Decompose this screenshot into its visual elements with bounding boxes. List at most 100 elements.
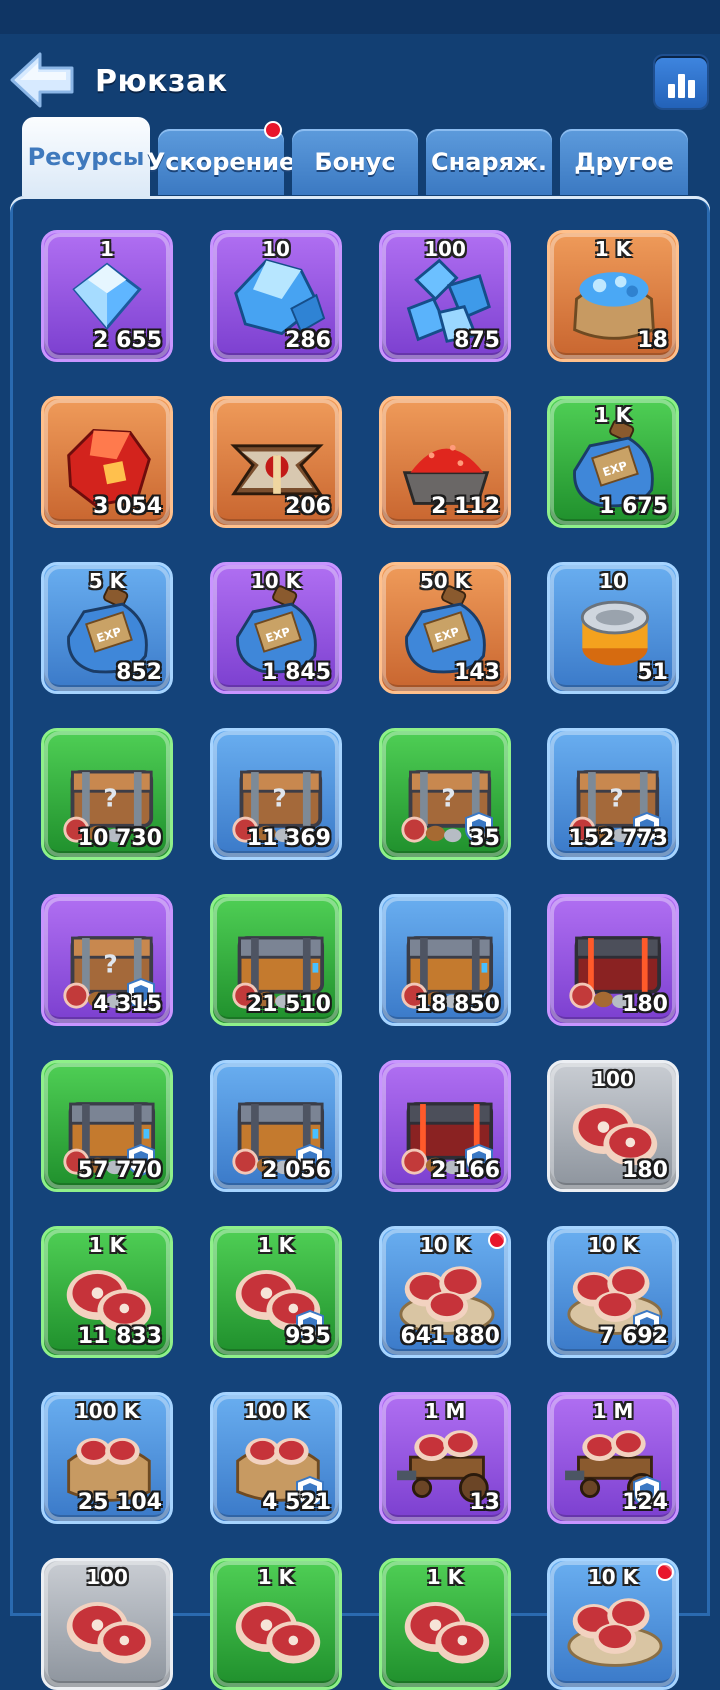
inventory-item[interactable]: EXP 10 K1 845: [210, 562, 342, 694]
inventory-item[interactable]: 10 286: [210, 230, 342, 362]
tab-label: Ускорение: [146, 148, 296, 176]
inventory-item[interactable]: EXP 1 K1 675: [547, 396, 679, 528]
item-count: 21 510: [246, 992, 331, 1017]
inventory-item[interactable]: 57 770: [41, 1060, 173, 1192]
inventory-item[interactable]: ? 4 315: [41, 894, 173, 1026]
tab-speedup[interactable]: Ускорение: [147, 121, 295, 195]
inventory-item[interactable]: 18 850: [379, 894, 511, 1026]
inventory-item[interactable]: EXP 50 K 143: [379, 562, 511, 694]
svg-text:?: ?: [103, 784, 117, 813]
item-count: 2 056: [262, 1158, 331, 1183]
inventory-item[interactable]: 2 056: [210, 1060, 342, 1192]
inventory-item[interactable]: EXP 5 K 852: [41, 562, 173, 694]
notification-dot: [488, 1231, 506, 1249]
inventory-item[interactable]: 10 K 641 880: [379, 1226, 511, 1358]
item-amount: 1 K: [594, 403, 632, 427]
item-count: 11 369: [246, 826, 331, 851]
inventory-item[interactable]: 100 K 25 104: [41, 1392, 173, 1524]
stats-icon: [667, 84, 675, 98]
tab-label: Бонус: [314, 148, 396, 176]
item-count: 4 315: [93, 992, 162, 1017]
item-amount: 10: [262, 237, 290, 261]
item-amount: 10 K: [250, 569, 302, 593]
meat-plate-icon: [567, 1598, 663, 1667]
inventory-item[interactable]: 1 M 124: [547, 1392, 679, 1524]
inventory-item[interactable]: ? 152 773: [547, 728, 679, 860]
inventory-item[interactable]: 2 166: [379, 1060, 511, 1192]
status-bar: [0, 0, 720, 34]
item-count: 1 845: [262, 660, 331, 685]
item-amount: 100: [592, 1067, 634, 1091]
inventory-item[interactable]: 100 K 4 521: [210, 1392, 342, 1524]
inventory-item[interactable]: 1 M 13: [379, 1392, 511, 1524]
inventory-item[interactable]: 100: [41, 1558, 173, 1690]
item-count: 57 770: [77, 1158, 162, 1183]
item-count: 2 112: [431, 494, 500, 519]
inventory-item[interactable]: 1 K 11 833: [41, 1226, 173, 1358]
tab-equipment[interactable]: Снаряж.: [426, 129, 552, 195]
inventory-item[interactable]: 100 875: [379, 230, 511, 362]
item-count: 852: [116, 660, 162, 685]
item-amount: 1: [100, 237, 114, 261]
tab-label: Снаряж.: [431, 148, 547, 176]
svg-text:?: ?: [272, 784, 286, 813]
stats-button[interactable]: [655, 56, 707, 108]
item-amount: 100 K: [74, 1399, 140, 1423]
meat-icon: [404, 1602, 490, 1664]
item-count: 180: [622, 1158, 668, 1183]
header: Рюкзак: [0, 34, 720, 124]
svg-text:?: ?: [441, 784, 455, 813]
item-count: 18 850: [415, 992, 500, 1017]
svg-text:?: ?: [103, 950, 117, 979]
inventory-item[interactable]: 1 2 655: [41, 230, 173, 362]
item-amount: 1 K: [88, 1233, 126, 1257]
item-amount: 100 K: [243, 1399, 309, 1423]
category-tabs: Ресурсы Ускорение Бонус Снаряж. Другое: [22, 117, 702, 197]
item-count: 51: [637, 660, 668, 685]
back-button[interactable]: [10, 52, 76, 108]
item-count: 2 655: [93, 328, 162, 353]
inventory-item[interactable]: 10 K: [547, 1558, 679, 1690]
notification-dot: [656, 1563, 674, 1581]
inventory-item[interactable]: 1 K: [379, 1558, 511, 1690]
item-amount: 50 K: [419, 569, 471, 593]
tab-bonus[interactable]: Бонус: [292, 129, 418, 195]
item-amount: 10 K: [587, 1233, 639, 1257]
tab-label: Ресурсы: [27, 143, 145, 171]
tab-label: Другое: [574, 148, 674, 176]
inventory-item[interactable]: ? 35: [379, 728, 511, 860]
inventory-item[interactable]: ? 11 369: [210, 728, 342, 860]
item-amount: 1 K: [426, 1565, 464, 1589]
inventory-item[interactable]: 206: [210, 396, 342, 528]
item-count: 641 880: [400, 1324, 500, 1349]
tab-resources[interactable]: Ресурсы: [22, 117, 150, 197]
inventory-item[interactable]: 3 054: [41, 396, 173, 528]
meat-icon: [66, 1602, 152, 1664]
item-count: 180: [622, 992, 668, 1017]
item-count: 143: [454, 660, 500, 685]
inventory-item[interactable]: 180: [547, 894, 679, 1026]
inventory-item[interactable]: 1 K 18: [547, 230, 679, 362]
svg-text:?: ?: [609, 784, 623, 813]
inventory-item[interactable]: ? 10 730: [41, 728, 173, 860]
item-count: 7 692: [599, 1324, 668, 1349]
item-count: 935: [285, 1324, 331, 1349]
item-count: 13: [469, 1490, 500, 1515]
inventory-item[interactable]: 21 510: [210, 894, 342, 1026]
inventory-item[interactable]: 100 180: [547, 1060, 679, 1192]
item-count: 152 773: [568, 826, 668, 851]
inventory-item[interactable]: 2 112: [379, 396, 511, 528]
inventory-item[interactable]: 10 51: [547, 562, 679, 694]
item-amount: 1 M: [592, 1399, 634, 1423]
item-count: 25 104: [77, 1490, 162, 1515]
item-amount: 100: [86, 1565, 128, 1589]
item-count: 18: [637, 328, 668, 353]
inventory-item[interactable]: 10 K 7 692: [547, 1226, 679, 1358]
item-amount: 1 K: [257, 1233, 295, 1257]
item-count: 35: [469, 826, 500, 851]
inventory-item[interactable]: 1 K: [210, 1558, 342, 1690]
tab-other[interactable]: Другое: [560, 129, 688, 195]
item-count: 10 730: [77, 826, 162, 851]
item-count: 206: [285, 494, 331, 519]
inventory-item[interactable]: 1 K 935: [210, 1226, 342, 1358]
